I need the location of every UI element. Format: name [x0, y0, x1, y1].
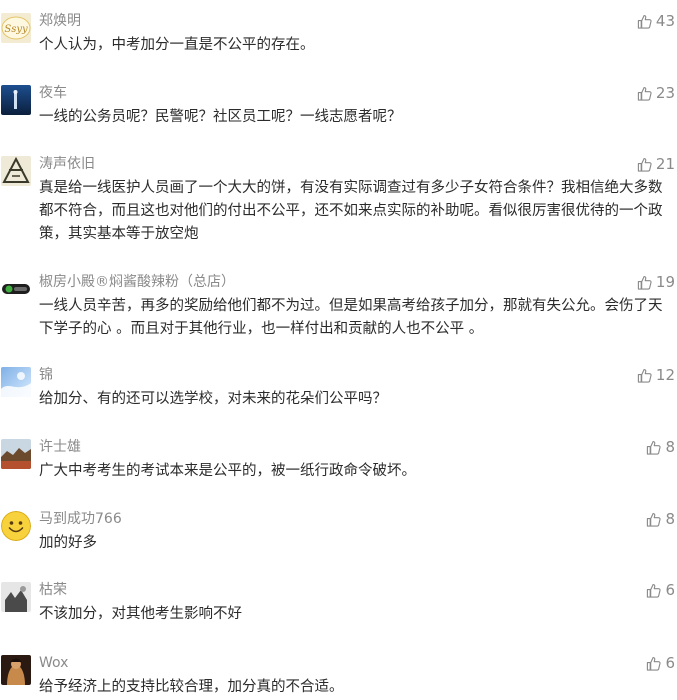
- like-count: 21: [655, 155, 675, 173]
- comment-item: 椒房小殿®焖酱酸辣粉（总店） 19 一线人员辛苦，再多的奖励给他们都不为过。但是…: [0, 273, 677, 353]
- thumbs-up-icon: [637, 86, 652, 101]
- comment-text: 给予经济上的支持比较合理，加分真的不合适。: [39, 679, 344, 695]
- like-count: 12: [655, 366, 675, 384]
- comment-item: 锦 12 给加分、有的还可以选学校，对未来的花朵们公平吗？: [0, 366, 677, 426]
- thumbs-up-icon: [647, 583, 662, 598]
- like-button[interactable]: 19: [637, 273, 675, 291]
- avatar[interactable]: [1, 85, 31, 115]
- like-button[interactable]: 21: [637, 155, 675, 173]
- comment-item: Ssyy 郑焕明 43 个人认为，中考加分一直是不公平的存在。: [0, 12, 677, 72]
- thumbs-up-icon: [647, 440, 662, 455]
- comment-author[interactable]: 涛声依旧: [39, 155, 95, 173]
- like-count: 6: [665, 654, 675, 672]
- comment-text: 给加分、有的还可以选学校，对未来的花朵们公平吗？: [39, 391, 387, 407]
- like-button[interactable]: 8: [646, 438, 675, 456]
- thumbs-up-icon: [647, 512, 662, 527]
- avatar[interactable]: [1, 367, 31, 397]
- like-count: 43: [655, 12, 675, 30]
- comment-author[interactable]: 许士雄: [39, 438, 81, 456]
- comment-text: 真是给一线医护人员画了一个大大的饼，有没有实际调查过有多少子女符合条件？我相信绝…: [39, 180, 663, 242]
- like-count: 8: [665, 438, 675, 456]
- avatar[interactable]: [1, 439, 31, 469]
- like-button[interactable]: 12: [637, 366, 675, 384]
- comment-item: 枯荣 6 不该加分，对其他考生影响不好: [0, 581, 677, 641]
- like-button[interactable]: 6: [646, 654, 675, 672]
- like-count: 19: [655, 273, 675, 291]
- avatar[interactable]: [1, 156, 31, 186]
- like-button[interactable]: 43: [637, 12, 675, 30]
- comment-item: Wox 6 给予经济上的支持比较合理，加分真的不合适。: [0, 654, 677, 700]
- comment-item: 夜车 23 一线的公务员呢？民警呢？社区员工呢？一线志愿者呢？: [0, 84, 677, 144]
- thumbs-up-icon: [647, 656, 662, 671]
- comment-author[interactable]: 郑焕明: [39, 12, 81, 30]
- thumbs-up-icon: [637, 14, 652, 29]
- like-button[interactable]: 23: [637, 84, 675, 102]
- comment-item: 涛声依旧 21 真是给一线医护人员画了一个大大的饼，有没有实际调查过有多少子女符…: [0, 155, 677, 260]
- avatar[interactable]: [1, 511, 31, 541]
- like-count: 8: [665, 510, 675, 528]
- avatar[interactable]: Ssyy: [1, 13, 31, 43]
- comment-author[interactable]: 枯荣: [39, 581, 67, 599]
- like-button[interactable]: 8: [646, 510, 675, 528]
- comment-author[interactable]: Wox: [39, 654, 68, 672]
- comment-item: 马到成功766 8 加的好多: [0, 510, 677, 570]
- comment-text: 加的好多: [39, 535, 97, 551]
- avatar[interactable]: [1, 582, 31, 612]
- comment-text: 不该加分，对其他考生影响不好: [39, 606, 242, 622]
- thumbs-up-icon: [637, 275, 652, 290]
- thumbs-up-icon: [637, 157, 652, 172]
- comment-author[interactable]: 夜车: [39, 84, 67, 102]
- comment-author[interactable]: 椒房小殿®焖酱酸辣粉（总店）: [39, 273, 235, 291]
- avatar[interactable]: [1, 655, 31, 685]
- like-button[interactable]: 6: [646, 581, 675, 599]
- comment-text: 个人认为，中考加分一直是不公平的存在。: [39, 37, 315, 53]
- thumbs-up-icon: [637, 368, 652, 383]
- like-count: 6: [665, 581, 675, 599]
- comment-text: 一线的公务员呢？民警呢？社区员工呢？一线志愿者呢？: [39, 109, 402, 125]
- comment-item: 许士雄 8 广大中考考生的考试本来是公平的，被一纸行政命令破坏。: [0, 438, 677, 498]
- svg-text:Ssyy: Ssyy: [4, 24, 28, 35]
- comment-author[interactable]: 马到成功766: [39, 510, 122, 528]
- like-count: 23: [655, 84, 675, 102]
- avatar[interactable]: [1, 274, 31, 304]
- comment-author[interactable]: 锦: [39, 366, 53, 384]
- comment-text: 广大中考考生的考试本来是公平的，被一纸行政命令破坏。: [39, 463, 416, 479]
- comment-text: 一线人员辛苦，再多的奖励给他们都不为过。但是如果高考给孩子加分，那就有失公允。会…: [39, 298, 663, 337]
